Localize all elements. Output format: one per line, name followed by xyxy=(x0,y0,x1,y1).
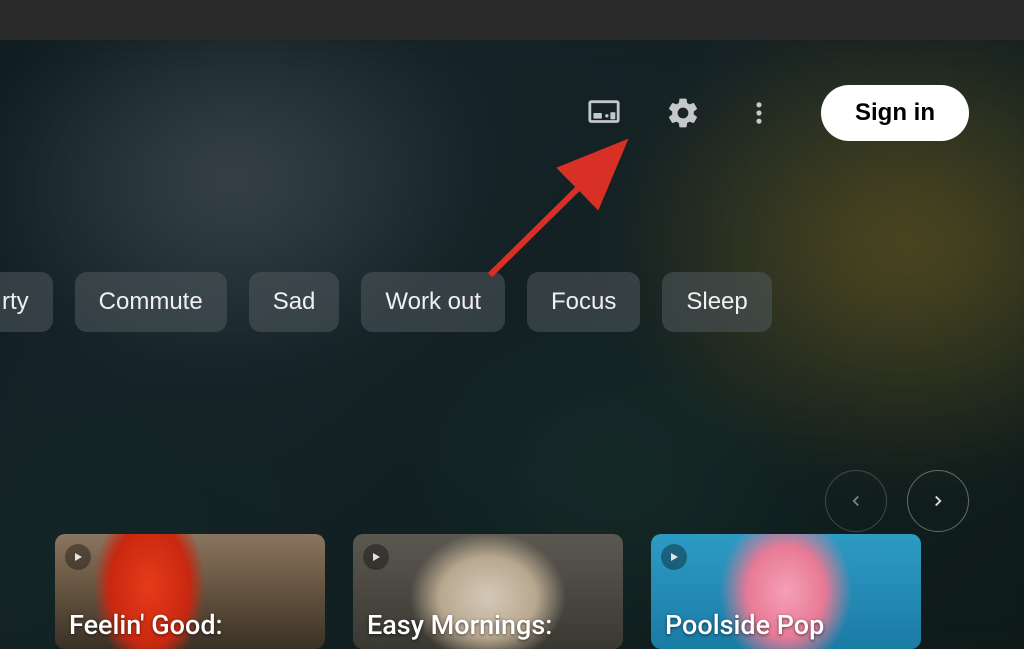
carousel-prev-button[interactable] xyxy=(825,470,887,532)
cast-icon[interactable] xyxy=(579,88,629,138)
play-icon xyxy=(661,544,687,570)
card-title: Poolside Pop xyxy=(665,609,824,641)
playlist-cards: Feelin' Good: Easy Mornings: Poolside Po… xyxy=(55,534,1024,649)
sign-in-button[interactable]: Sign in xyxy=(821,85,969,141)
chip-commute[interactable]: Commute xyxy=(75,272,227,332)
browser-top-bar xyxy=(0,0,1024,40)
playlist-card[interactable]: Easy Mornings: xyxy=(353,534,623,649)
mood-chip-row: rty Commute Sad Work out Focus Sleep xyxy=(0,272,1024,332)
playlist-card[interactable]: Feelin' Good: xyxy=(55,534,325,649)
playlist-card[interactable]: Poolside Pop xyxy=(651,534,921,649)
gear-icon[interactable] xyxy=(657,87,709,139)
more-icon[interactable] xyxy=(737,91,781,135)
card-title: Easy Mornings: xyxy=(367,609,552,641)
chip-sleep[interactable]: Sleep xyxy=(662,272,771,332)
chip-focus[interactable]: Focus xyxy=(527,272,640,332)
play-icon xyxy=(363,544,389,570)
header-actions: Sign in xyxy=(579,40,1024,141)
chip-party[interactable]: rty xyxy=(0,272,53,332)
chip-sad[interactable]: Sad xyxy=(249,272,340,332)
chip-workout[interactable]: Work out xyxy=(361,272,505,332)
card-title: Feelin' Good: xyxy=(69,609,223,641)
carousel-next-button[interactable] xyxy=(907,470,969,532)
carousel-nav xyxy=(825,470,969,532)
app-container: Sign in rty Commute Sad Work out Focus S… xyxy=(0,40,1024,649)
play-icon xyxy=(65,544,91,570)
